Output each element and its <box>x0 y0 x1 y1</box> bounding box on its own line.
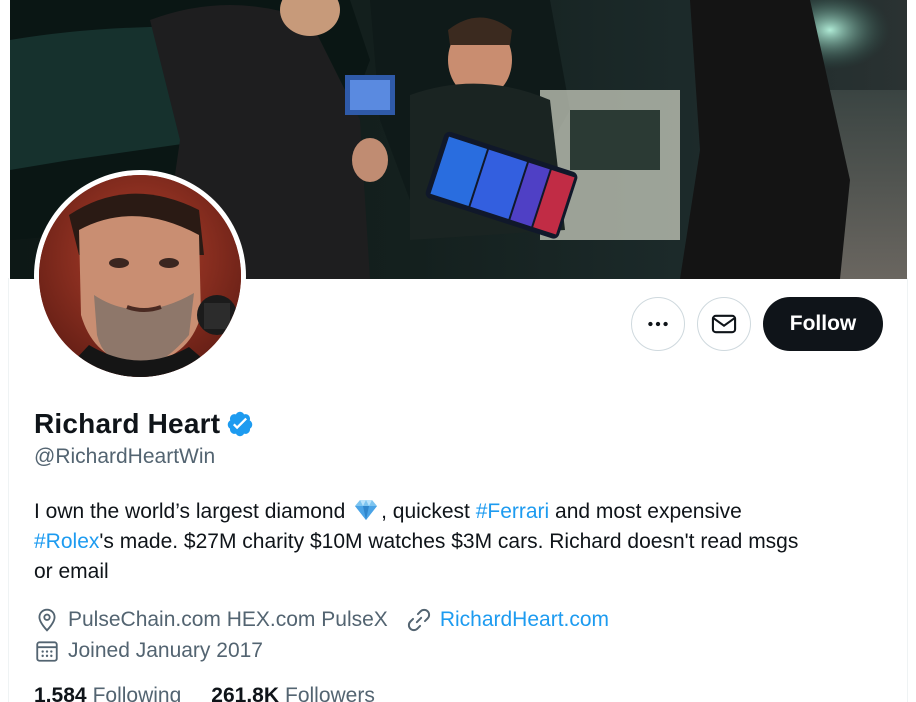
bio-text: and most expensive <box>555 500 742 523</box>
column-border-right <box>907 278 908 702</box>
profile-meta-row: Joined January 2017 <box>34 637 263 665</box>
profile-handle: @RichardHeartWin <box>34 445 216 468</box>
followers-count: 261.8K <box>211 684 279 702</box>
profile-name-row: Richard Heart <box>34 408 254 440</box>
link-icon <box>407 608 430 632</box>
location-pin-icon <box>38 608 56 632</box>
follow-button[interactable]: Follow <box>763 297 883 351</box>
display-name: Richard Heart <box>34 408 221 439</box>
following-count: 1,584 <box>34 684 87 702</box>
follow-stats: 1,584 Following 261.8K Followers <box>34 684 405 702</box>
more-options-button[interactable] <box>631 297 685 351</box>
avatar-photo <box>39 175 241 377</box>
hashtag-ferrari-link[interactable]: #Ferrari <box>476 500 550 523</box>
followers-label: Followers <box>285 684 375 702</box>
website-link[interactable]: RichardHeart.com <box>440 608 609 632</box>
location-text: PulseChain.com HEX.com PulseX <box>68 608 388 631</box>
envelope-icon <box>711 314 737 334</box>
bio-text: I own the world’s largest diamond <box>34 500 346 523</box>
calendar-icon <box>36 641 58 662</box>
bio-text: 's made. $27M charity $10M watches $3M c… <box>99 530 799 553</box>
following-stat-link[interactable]: 1,584 Following <box>34 684 181 702</box>
profile-meta-row: PulseChain.com HEX.com PulseX RichardHea… <box>34 606 609 634</box>
gem-emoji-icon <box>355 500 378 520</box>
message-button[interactable] <box>697 297 751 351</box>
following-label: Following <box>92 684 182 702</box>
hashtag-rolex-link[interactable]: #Rolex <box>34 530 99 553</box>
profile-bio: I own the world’s largest diamond , quic… <box>34 497 884 587</box>
followers-stat-link[interactable]: 261.8K Followers <box>211 684 375 702</box>
verified-badge-icon[interactable] <box>226 410 254 438</box>
joined-date: Joined January 2017 <box>68 639 263 662</box>
more-dots-icon <box>648 321 668 327</box>
profile-avatar[interactable] <box>34 170 246 382</box>
bio-text: , quickest <box>381 500 470 523</box>
bio-text: or email <box>34 560 109 583</box>
column-border-left <box>8 278 9 702</box>
